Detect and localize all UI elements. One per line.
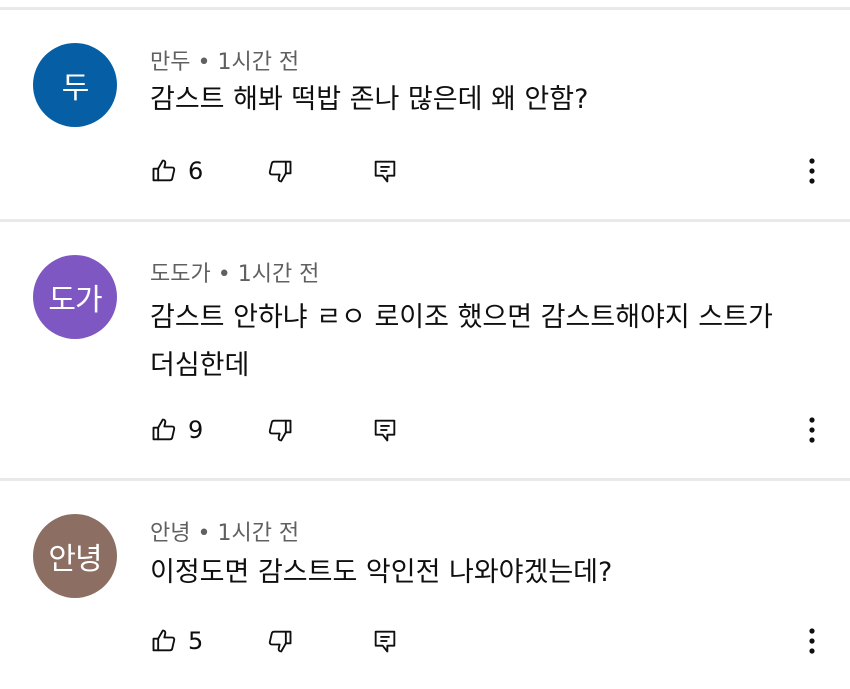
- more-actions-button[interactable]: [800, 621, 824, 661]
- like-count: 5: [188, 627, 204, 655]
- like-count: 9: [188, 416, 204, 444]
- like-button[interactable]: 5: [150, 621, 203, 661]
- author-name[interactable]: 만두: [150, 50, 190, 75]
- comment-text: 감스트 안하냐 ㄹㅇ 로이조 했으면 감스트해야지 스트가 더심한데: [150, 302, 773, 381]
- reply-icon: [374, 630, 396, 653]
- thumbs-up-icon: [152, 159, 176, 182]
- meta-separator: •: [210, 262, 238, 287]
- comment-meta: 도도가 • 1시간 전: [150, 256, 319, 288]
- reply-button[interactable]: [371, 410, 399, 450]
- like-button[interactable]: 9: [150, 410, 203, 450]
- comment-meta: 안녕 • 1시간 전: [150, 515, 299, 547]
- avatar-letter: 도가: [48, 283, 102, 318]
- comment-item: 도가 도도가 • 1시간 전 감스트 안하냐 ㄹㅇ 로이조 했으면 감스트해야지…: [0, 222, 850, 478]
- meta-separator: •: [190, 521, 218, 546]
- dislike-button[interactable]: [266, 151, 294, 191]
- more-vertical-icon: [809, 158, 815, 184]
- dislike-button[interactable]: [266, 621, 294, 661]
- comment-actions: 9: [0, 410, 850, 450]
- like-count: 6: [188, 157, 204, 185]
- avatar-letter: 안녕: [48, 542, 102, 577]
- avatar[interactable]: 도가: [33, 255, 117, 339]
- author-name[interactable]: 안녕: [150, 521, 190, 546]
- dislike-button[interactable]: [266, 410, 294, 450]
- avatar[interactable]: 두: [33, 43, 117, 127]
- author-name[interactable]: 도도가: [150, 262, 211, 287]
- comment-actions: 6: [0, 151, 850, 191]
- more-actions-button[interactable]: [800, 151, 824, 191]
- thumbs-up-icon: [152, 418, 176, 441]
- comment-meta: 만두 • 1시간 전: [150, 44, 299, 76]
- comment-item: 두 만두 • 1시간 전 감스트 해봐 떡밥 존나 많은데 왜 안함? 6: [0, 10, 850, 220]
- thumbs-up-icon: [152, 629, 176, 652]
- more-vertical-icon: [809, 417, 815, 443]
- more-actions-button[interactable]: [800, 410, 824, 450]
- reply-icon: [374, 160, 396, 183]
- meta-separator: •: [190, 50, 218, 75]
- reply-icon: [374, 419, 396, 442]
- reply-button[interactable]: [371, 621, 399, 661]
- comment-time: 1시간 전: [237, 262, 320, 287]
- more-vertical-icon: [809, 628, 815, 654]
- avatar[interactable]: 안녕: [33, 514, 117, 598]
- avatar-letter: 두: [61, 71, 90, 106]
- comment-time: 1시간 전: [217, 50, 300, 75]
- comment-actions: 5: [0, 621, 850, 661]
- comment-time: 1시간 전: [217, 521, 300, 546]
- comment-text: 이정도면 감스트도 악인전 나와야겠는데?: [150, 557, 613, 588]
- thumbs-down-icon: [268, 630, 292, 653]
- comment-item: 안녕 안녕 • 1시간 전 이정도면 감스트도 악인전 나와야겠는데? 5: [0, 481, 850, 689]
- like-button[interactable]: 6: [150, 151, 203, 191]
- reply-button[interactable]: [371, 151, 399, 191]
- thumbs-down-icon: [268, 419, 292, 442]
- thumbs-down-icon: [268, 160, 292, 183]
- comment-text: 감스트 해봐 떡밥 존나 많은데 왜 안함?: [150, 84, 589, 115]
